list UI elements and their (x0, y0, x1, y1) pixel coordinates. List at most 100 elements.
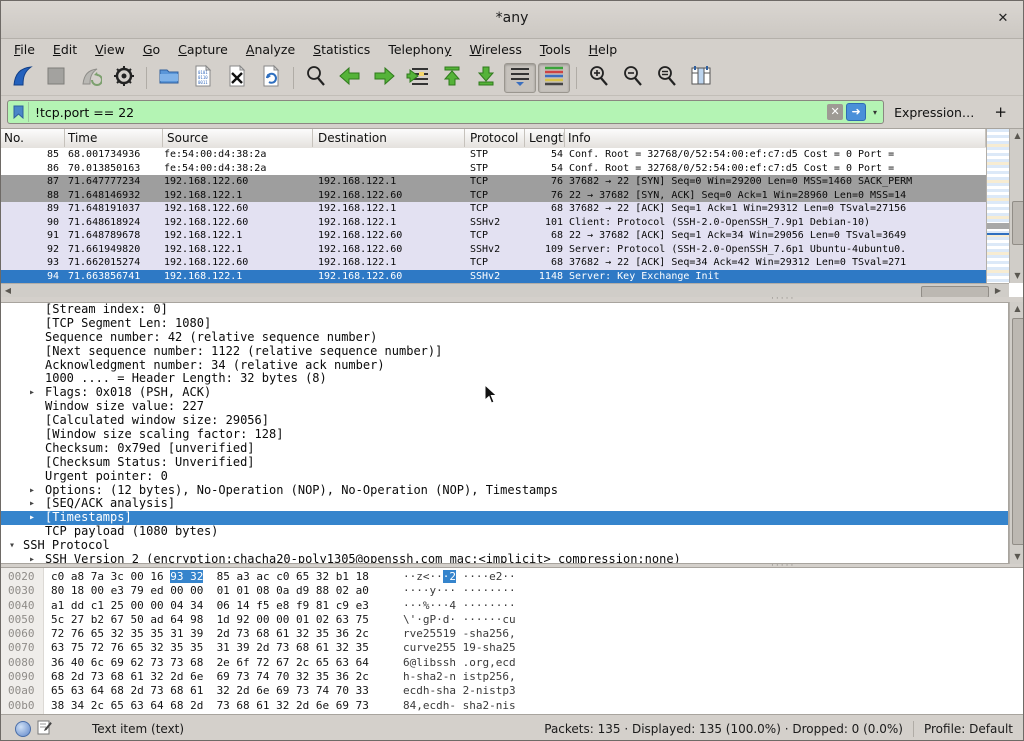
menu-help[interactable]: Help (580, 40, 627, 59)
expert-info-icon[interactable] (15, 721, 31, 737)
packet-row-87[interactable]: 8771.647777234192.168.122.60192.168.122.… (1, 175, 986, 189)
packet-row-93[interactable]: 9371.662015274192.168.122.60192.168.122.… (1, 256, 986, 270)
detail-row[interactable]: ▾SSH Protocol (1, 539, 1008, 553)
zoom-in-button[interactable] (583, 63, 615, 93)
packet-list-header[interactable]: No.TimeSourceDestinationProtocolLengthIn… (1, 129, 986, 149)
detail-row[interactable]: ▸[SEQ/ACK analysis] (1, 497, 1008, 511)
go-first-button[interactable] (436, 63, 468, 93)
detail-row[interactable]: ▸Options: (12 bytes), No-Operation (NOP)… (1, 484, 1008, 498)
packet-row-94[interactable]: 9471.663856741192.168.122.1192.168.122.6… (1, 270, 986, 284)
detail-row[interactable]: Urgent pointer: 0 (1, 470, 1008, 484)
detail-row[interactable]: Window size value: 227 (1, 400, 1008, 414)
packet-row-91[interactable]: 9171.648789678192.168.122.1192.168.122.6… (1, 229, 986, 243)
column-header-protocol[interactable]: Protocol (465, 129, 525, 147)
packet-row-90[interactable]: 9071.648618924192.168.122.60192.168.122.… (1, 216, 986, 230)
profile-selector[interactable]: Profile: Default (924, 722, 1013, 736)
capture-options-button[interactable] (108, 63, 140, 93)
scroll-left-icon[interactable]: ◀ (1, 284, 15, 298)
zoom-reset-button[interactable] (651, 63, 683, 93)
go-to-packet-button[interactable] (402, 63, 434, 93)
detail-row[interactable]: [Stream index: 0] (1, 303, 1008, 317)
scroll-right-icon[interactable]: ▶ (991, 284, 1005, 298)
packet-row-88[interactable]: 8871.648146932192.168.122.1192.168.122.6… (1, 189, 986, 203)
find-packet-button[interactable] (300, 63, 332, 93)
reload-file-button[interactable] (255, 63, 287, 93)
menu-edit[interactable]: Edit (44, 40, 86, 59)
detail-row[interactable]: TCP payload (1080 bytes) (1, 525, 1008, 539)
start-capture-button[interactable] (6, 63, 38, 93)
title-bar[interactable]: *any ✕ (1, 1, 1023, 39)
close-icon[interactable]: ✕ (993, 9, 1013, 29)
go-forward-button[interactable] (368, 63, 400, 93)
collapsed-arrow-icon[interactable]: ▸ (29, 386, 35, 400)
add-filter-button[interactable]: + (984, 103, 1017, 121)
menu-wireless[interactable]: Wireless (461, 40, 531, 59)
detail-row[interactable]: [TCP Segment Len: 1080] (1, 317, 1008, 331)
hex-row[interactable]: 00b038 34 2c 65 63 64 68 2d 73 68 61 32 … (1, 699, 1024, 713)
open-file-button[interactable] (153, 63, 185, 93)
stop-capture-button[interactable] (40, 63, 72, 93)
menu-statistics[interactable]: Statistics (304, 40, 379, 59)
hex-row[interactable]: 007063 75 72 76 65 32 35 35 31 39 2d 73 … (1, 641, 1024, 655)
collapsed-arrow-icon[interactable]: ▸ (29, 511, 35, 525)
go-back-button[interactable] (334, 63, 366, 93)
close-file-button[interactable] (221, 63, 253, 93)
detail-row[interactable]: ▸Flags: 0x018 (PSH, ACK) (1, 386, 1008, 400)
packet-list-minimap[interactable] (986, 129, 1009, 283)
column-header-source[interactable]: Source (163, 129, 313, 147)
zoom-out-button[interactable] (617, 63, 649, 93)
detail-row[interactable]: [Window size scaling factor: 128] (1, 428, 1008, 442)
filter-bookmark-icon[interactable] (8, 102, 29, 122)
filter-clear-icon[interactable]: ✕ (827, 104, 843, 120)
menu-view[interactable]: View (86, 40, 134, 59)
detail-row[interactable]: [Next sequence number: 1122 (relative se… (1, 345, 1008, 359)
colorize-button[interactable] (538, 63, 570, 93)
hex-row[interactable]: 00a065 63 64 68 2d 73 68 61 32 2d 6e 69 … (1, 684, 1024, 698)
column-header-length[interactable]: Length (525, 129, 565, 147)
filter-apply-icon[interactable]: ➜ (846, 103, 866, 121)
column-header-no[interactable]: No. (1, 129, 65, 147)
hex-row[interactable]: 00505c 27 b2 67 50 ad 64 98 1d 92 00 00 … (1, 613, 1024, 627)
scroll-thumb[interactable] (1012, 201, 1024, 245)
detail-row[interactable]: [Checksum Status: Unverified] (1, 456, 1008, 470)
capture-comment-icon[interactable] (37, 720, 52, 738)
menu-analyze[interactable]: Analyze (237, 40, 304, 59)
packet-row-92[interactable]: 9271.661949820192.168.122.1192.168.122.6… (1, 243, 986, 257)
scroll-up-icon[interactable]: ▲ (1010, 302, 1024, 316)
column-header-destination[interactable]: Destination (313, 129, 465, 147)
detail-row[interactable]: Acknowledgment number: 34 (relative ack … (1, 359, 1008, 373)
display-filter-input[interactable]: !tcp.port == 22 ✕ ➜ ▾ (7, 100, 884, 124)
expanded-arrow-icon[interactable]: ▾ (9, 539, 15, 553)
packet-row-86[interactable]: 8670.013850163fe:54:00:d4:38:2aSTP54Conf… (1, 162, 986, 176)
menu-file[interactable]: File (5, 40, 44, 59)
detail-row[interactable]: 1000 .... = Header Length: 32 bytes (8) (1, 372, 1008, 386)
detail-row[interactable]: [Calculated window size: 29056] (1, 414, 1008, 428)
details-vscrollbar[interactable]: ▲ ▼ (1009, 302, 1024, 564)
collapsed-arrow-icon[interactable]: ▸ (29, 497, 35, 511)
scroll-down-icon[interactable]: ▼ (1010, 269, 1024, 283)
filter-history-dropdown-icon[interactable]: ▾ (869, 108, 881, 117)
expression-button[interactable]: Expression… (884, 105, 984, 120)
packet-list-vscrollbar[interactable]: ▲ ▼ (1009, 129, 1024, 283)
hex-row[interactable]: 009068 2d 73 68 61 32 2d 6e 69 73 74 70 … (1, 670, 1024, 684)
auto-scroll-button[interactable] (504, 63, 536, 93)
resize-columns-button[interactable] (685, 63, 717, 93)
packet-list-hscrollbar[interactable]: ◀ ▶ (1, 283, 1009, 298)
detail-row[interactable]: Checksum: 0x79ed [unverified] (1, 442, 1008, 456)
detail-row[interactable]: ▸[Timestamps] (1, 511, 1008, 525)
packet-row-89[interactable]: 8971.648191037192.168.122.60192.168.122.… (1, 202, 986, 216)
scroll-down-icon[interactable]: ▼ (1010, 550, 1024, 564)
menu-go[interactable]: Go (134, 40, 169, 59)
column-header-info[interactable]: Info (565, 129, 986, 147)
column-header-time[interactable]: Time (65, 129, 163, 147)
collapsed-arrow-icon[interactable]: ▸ (29, 553, 35, 564)
menu-capture[interactable]: Capture (169, 40, 237, 59)
menu-tools[interactable]: Tools (531, 40, 580, 59)
restart-capture-button[interactable] (74, 63, 106, 93)
hex-row[interactable]: 003080 18 00 e3 79 ed 00 00 01 01 08 0a … (1, 584, 1024, 598)
packet-row-85[interactable]: 8568.001734936fe:54:00:d4:38:2aSTP54Conf… (1, 148, 986, 162)
go-last-button[interactable] (470, 63, 502, 93)
hex-row[interactable]: 0020c0 a8 7a 3c 00 16 93 32 85 a3 ac c0 … (1, 570, 1024, 584)
hex-row[interactable]: 0040a1 dd c1 25 00 00 04 34 06 14 f5 e8 … (1, 599, 1024, 613)
hex-row[interactable]: 006072 76 65 32 35 35 31 39 2d 73 68 61 … (1, 627, 1024, 641)
